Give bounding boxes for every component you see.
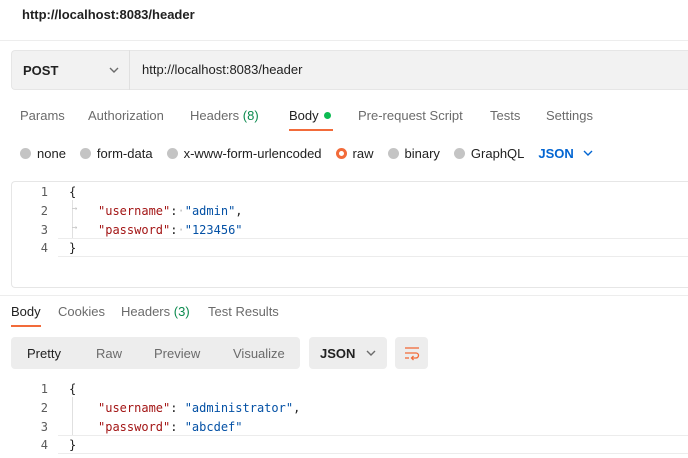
line-number: 4 (40, 438, 48, 452)
json-value: "admin" (184, 204, 236, 218)
json-key: "password" (98, 420, 171, 434)
tab-label: Settings (546, 108, 593, 123)
tab-label: Headers (190, 108, 240, 123)
headers-count: (8) (242, 108, 259, 123)
tab-settings[interactable]: Settings (546, 108, 593, 123)
json-value: "administrator" (184, 401, 294, 415)
whitespace-marker: → (72, 223, 78, 233)
line-number: 3 (40, 223, 48, 237)
language-label: JSON (538, 145, 574, 161)
line-number: 1 (40, 185, 48, 199)
radio-circle (453, 147, 465, 159)
json-open-brace: { (69, 185, 77, 199)
radio-label: none (37, 145, 66, 161)
chevron-down-icon (583, 150, 593, 156)
whitespace-marker: → (72, 204, 78, 214)
json-line: "password":·"123456" (98, 223, 243, 237)
format-label: JSON (320, 345, 356, 361)
response-tab-headers[interactable]: Headers (3) (121, 304, 190, 319)
tab-label: Headers (121, 304, 171, 319)
json-key: "password" (98, 223, 171, 237)
body-indicator-dot (323, 112, 331, 119)
json-value: "123456" (184, 223, 243, 237)
radio-label: GraphQL (470, 145, 525, 161)
tab-label: Tests (490, 108, 521, 123)
json-line: "password": "abcdef" (98, 420, 243, 434)
view-pretty-button[interactable]: Pretty (27, 346, 61, 361)
json-close-brace: } (69, 241, 77, 255)
radio-circle (387, 147, 399, 159)
tab-label: Body (11, 304, 41, 319)
json-open-brace: { (69, 382, 77, 396)
line-number: 1 (40, 382, 48, 396)
radio-circle (79, 147, 91, 159)
view-raw-button[interactable]: Raw (96, 346, 122, 361)
body-type-group: none form-data x-www-form-urlencoded raw… (20, 144, 594, 162)
method-select[interactable]: POST (11, 50, 130, 90)
current-line-highlight (58, 435, 688, 454)
json-line: "username": "administrator", (98, 401, 301, 415)
tab-label: Pre-request Script (358, 108, 463, 123)
radio-raw[interactable]: raw (335, 145, 374, 161)
active-tab-indicator (11, 325, 41, 327)
tab-label: Authorization (88, 108, 164, 123)
method-label: POST (23, 62, 59, 78)
line-number: 2 (40, 204, 48, 218)
radio-form-data[interactable]: form-data (79, 145, 153, 161)
radio-none[interactable]: none (20, 146, 66, 161)
tab-params[interactable]: Params (20, 108, 65, 123)
divider (0, 295, 688, 296)
radio-circle-selected (335, 147, 347, 159)
radio-circle (166, 147, 178, 159)
active-tab-indicator (289, 129, 333, 131)
chevron-down-icon (109, 67, 119, 73)
tab-label: Test Results (208, 304, 279, 319)
radio-circle (20, 147, 31, 159)
json-comma: , (293, 401, 301, 415)
wrap-lines-icon (404, 347, 419, 361)
json-key: "username" (98, 401, 171, 415)
line-number: 3 (40, 420, 48, 434)
url-input[interactable]: http://localhost:8083/header (142, 62, 302, 77)
radio-x-www-form-urlencoded[interactable]: x-www-form-urlencoded (166, 145, 322, 161)
tab-label: Params (20, 108, 65, 123)
request-title: http://localhost:8083/header (22, 7, 195, 22)
radio-label: binary (404, 145, 440, 161)
json-comma: , (235, 204, 243, 218)
view-preview-button[interactable]: Preview (154, 346, 200, 361)
response-format-select[interactable]: JSON (309, 337, 387, 369)
tab-pre-request-script[interactable]: Pre-request Script (358, 108, 463, 123)
wrap-lines-button[interactable] (395, 337, 428, 369)
divider (0, 40, 688, 41)
radio-graphql[interactable]: GraphQL (453, 145, 525, 161)
response-tab-test-results[interactable]: Test Results (208, 304, 279, 319)
tab-authorization[interactable]: Authorization (88, 108, 164, 123)
radio-label: x-www-form-urlencoded (183, 145, 322, 161)
json-close-brace: } (69, 438, 77, 452)
language-select[interactable]: JSON (538, 146, 593, 161)
json-line: "username":·"admin", (98, 204, 243, 218)
line-number: 2 (40, 401, 48, 415)
tab-label: Cookies (58, 304, 105, 319)
radio-label: form-data (96, 145, 153, 161)
response-tab-body[interactable]: Body (11, 304, 41, 319)
response-tab-cookies[interactable]: Cookies (58, 304, 105, 319)
tab-tests[interactable]: Tests (490, 108, 520, 123)
radio-binary[interactable]: binary (387, 145, 440, 161)
headers-count: (3) (173, 304, 190, 319)
json-value: "abcdef" (184, 420, 243, 434)
tab-label: Body (289, 108, 319, 123)
indent-guide (72, 397, 73, 435)
tab-body[interactable]: Body (289, 108, 331, 123)
current-line-highlight (58, 238, 688, 257)
tab-headers[interactable]: Headers (8) (190, 108, 259, 123)
view-visualize-button[interactable]: Visualize (233, 346, 285, 361)
chevron-down-icon (366, 350, 376, 356)
radio-label: raw (352, 145, 374, 161)
line-number: 4 (40, 241, 48, 255)
json-key: "username" (98, 204, 171, 218)
view-mode-segment: Pretty Raw Preview Visualize (11, 337, 300, 369)
